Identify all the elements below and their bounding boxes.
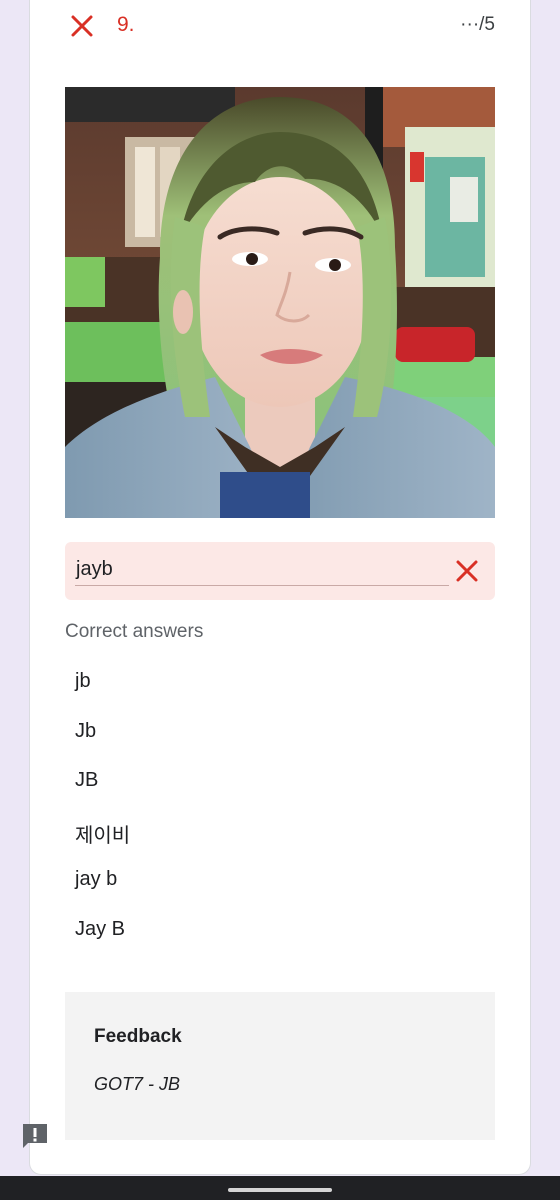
answer-value: jayb	[76, 558, 113, 580]
home-gesture-handle[interactable]	[228, 1188, 332, 1192]
report-feedback-icon[interactable]	[20, 1121, 50, 1151]
system-nav-bar	[0, 1176, 560, 1200]
incorrect-x-icon	[456, 560, 478, 582]
correct-answer-item: jb	[75, 670, 91, 692]
feedback-title: Feedback	[94, 1026, 182, 1047]
correct-answers-heading: Correct answers	[65, 621, 204, 642]
correct-answer-item: 제이비	[75, 824, 131, 847]
feedback-body: GOT7 - JB	[94, 1074, 181, 1094]
question-number: 9.	[117, 13, 135, 36]
correct-answers-list: jb Jb JB 제이비 jay b Jay B	[75, 670, 130, 968]
question-score: ···/5	[460, 14, 495, 35]
correct-answer-item: JB	[75, 769, 99, 792]
feedback-panel: Feedback GOT7 - JB	[65, 992, 495, 1140]
correct-answer-item: Jb	[75, 719, 97, 742]
correct-answer-item: Jay B	[75, 917, 126, 940]
answer-field: jayb	[65, 542, 495, 600]
incorrect-x-icon	[71, 15, 93, 37]
answer-underline	[75, 585, 449, 586]
correct-answer-item: jay b	[75, 868, 118, 891]
question-photo	[65, 87, 495, 518]
